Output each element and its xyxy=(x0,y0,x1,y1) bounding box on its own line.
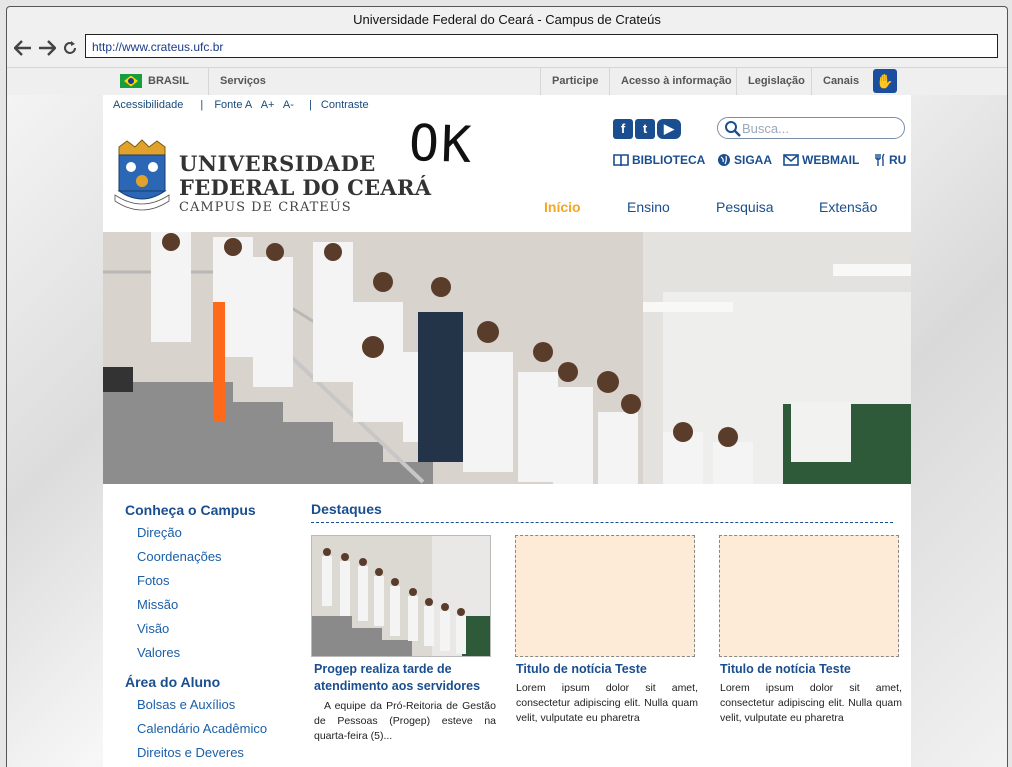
search-icon xyxy=(725,121,741,137)
nav-extensao[interactable]: Extensão xyxy=(819,199,877,215)
sidebar-heading-aluno: Área do Aluno xyxy=(125,674,221,690)
browser-window: Universidade Federal do Ceará - Campus d… xyxy=(6,6,1008,767)
destaques-heading: Destaques xyxy=(311,501,382,517)
nav-inicio[interactable]: Início xyxy=(544,199,581,215)
separator: | xyxy=(308,99,312,111)
sidebar-item-bolsas[interactable]: Bolsas e Auxílios xyxy=(137,697,235,712)
gov-canais-link[interactable]: Canais xyxy=(811,68,870,95)
reload-icon[interactable] xyxy=(60,38,80,58)
window-title: Universidade Federal do Ceará - Campus d… xyxy=(353,12,661,27)
logo-line1: UNIVERSIDADE xyxy=(179,151,376,176)
gov-participe-link[interactable]: Participe xyxy=(540,68,609,95)
sidebar-heading-campus: Conheça o Campus xyxy=(125,502,256,518)
accessibility-link[interactable]: Acessibilidade xyxy=(113,99,183,111)
gov-servicos-link[interactable]: Serviços xyxy=(208,68,277,95)
nav-pesquisa[interactable]: Pesquisa xyxy=(716,199,774,215)
forward-arrow-icon[interactable] xyxy=(37,38,57,58)
address-bar[interactable]: http://www.crateus.ufc.br xyxy=(85,34,998,58)
news-excerpt: Lorem ipsum dolor sit amet, consectetur … xyxy=(720,682,902,724)
book-icon xyxy=(613,153,629,166)
ru-label: RU xyxy=(889,153,907,167)
news-title[interactable]: Titulo de notícia Teste xyxy=(720,661,902,678)
logo-line3: CAMPUS DE CRATEÚS xyxy=(179,200,352,215)
logo-line2: FEDERAL DO CEARÁ xyxy=(179,175,432,200)
news-excerpt: Lorem ipsum dolor sit amet, consectetur … xyxy=(516,682,698,724)
webmail-label: WEBMAIL xyxy=(802,153,860,167)
news-image-placeholder[interactable] xyxy=(515,535,695,657)
accessibility-bar: Acessibilidade | Fonte A A+ A- | Contras… xyxy=(113,99,375,111)
sidebar-item-missao[interactable]: Missão xyxy=(137,597,178,612)
gov-bar: BRASIL Serviços Participe Acesso à infor… xyxy=(7,67,1007,96)
search-input[interactable] xyxy=(742,120,892,136)
gov-acesso-link[interactable]: Acesso à informação xyxy=(609,68,743,95)
sidebar-item-visao[interactable]: Visão xyxy=(137,621,169,636)
back-arrow-icon[interactable] xyxy=(13,38,33,58)
font-decrease-link[interactable]: A- xyxy=(283,99,294,111)
contrast-link[interactable]: Contraste xyxy=(321,99,369,111)
gov-brasil-link[interactable]: BRASIL xyxy=(137,68,200,95)
ufc-crest-icon xyxy=(114,139,170,211)
sigaa-link[interactable]: SIGAA xyxy=(717,153,772,167)
destaques-divider xyxy=(311,522,893,523)
news-title[interactable]: Progep realiza tarde de atendimento aos … xyxy=(314,661,496,695)
hero-banner-image[interactable] xyxy=(103,232,911,484)
news-title[interactable]: Titulo de notícia Teste xyxy=(516,661,698,678)
ru-link[interactable]: RU xyxy=(874,153,906,167)
search-box[interactable] xyxy=(717,117,905,139)
news-image-placeholder[interactable] xyxy=(719,535,899,657)
ufc-logo[interactable]: UNIVERSIDADE FEDERAL DO CEARÁ CAMPUS DE … xyxy=(113,133,431,215)
globe-icon xyxy=(718,154,730,166)
font-reset-link[interactable]: Fonte A xyxy=(214,99,252,111)
sidebar-item-calendario[interactable]: Calendário Acadêmico xyxy=(137,721,267,736)
separator: | xyxy=(200,99,204,111)
sidebar-item-direitos[interactable]: Direitos e Deveres xyxy=(137,745,244,760)
facebook-icon[interactable]: f xyxy=(613,119,633,139)
site-content: Acessibilidade | Fonte A A+ A- | Contras… xyxy=(103,95,911,767)
news-thumbnail-image[interactable] xyxy=(311,535,491,657)
sidebar-item-direcao[interactable]: Direção xyxy=(137,525,182,540)
libras-hand-icon[interactable]: ✋ xyxy=(873,69,897,93)
webmail-link[interactable]: WEBMAIL xyxy=(783,153,859,167)
browser-toolbar: http://www.crateus.ufc.br xyxy=(7,33,1007,63)
gov-legislacao-link[interactable]: Legislação xyxy=(736,68,816,95)
sidebar-item-fotos[interactable]: Fotos xyxy=(137,573,170,588)
nav-ensino[interactable]: Ensino xyxy=(627,199,670,215)
handwritten-annotation: OK xyxy=(408,113,475,175)
cutlery-icon xyxy=(875,153,885,166)
youtube-icon[interactable]: ▶ xyxy=(657,119,681,139)
sidebar-item-valores[interactable]: Valores xyxy=(137,645,180,660)
twitter-icon[interactable]: t xyxy=(635,119,655,139)
sigaa-label: SIGAA xyxy=(734,153,773,167)
news-excerpt: A equipe da Pró-Reitoria de Gestão de Pe… xyxy=(314,700,496,742)
font-increase-link[interactable]: A+ xyxy=(261,99,275,111)
biblioteca-label: BIBLIOTECA xyxy=(632,153,706,167)
sidebar-item-coordenacoes[interactable]: Coordenações xyxy=(137,549,222,564)
mail-icon xyxy=(783,154,799,166)
biblioteca-link[interactable]: BIBLIOTECA xyxy=(613,153,705,167)
